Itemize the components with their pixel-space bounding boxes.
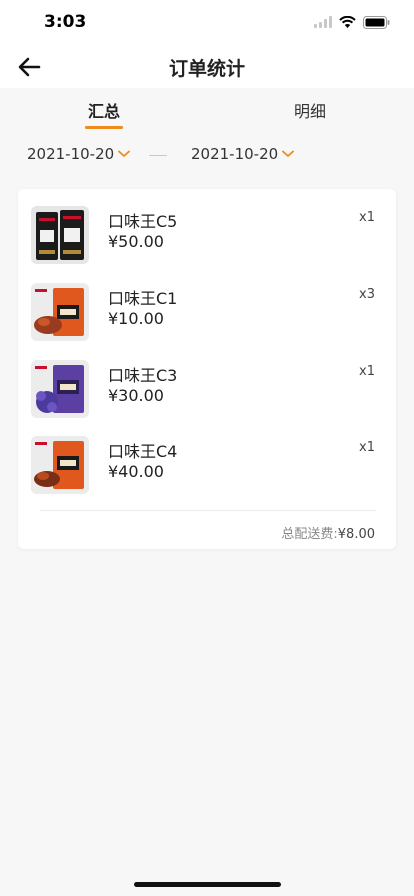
tab-bar: 汇总 明细: [0, 88, 414, 134]
status-time: 3:03: [44, 12, 87, 32]
start-date-picker[interactable]: 2021-10-20: [27, 145, 131, 163]
product-quantity: x1: [359, 210, 375, 225]
status-icons: [314, 14, 390, 30]
product-image: [31, 206, 89, 264]
delivery-fee-label: 总配送费:: [281, 527, 338, 542]
product-quantity: x1: [359, 440, 375, 455]
tab-detail[interactable]: 明细: [270, 98, 350, 122]
start-date-text: 2021-10-20: [27, 145, 115, 163]
product-name: 口味王C4: [108, 442, 178, 461]
home-indicator: [134, 882, 281, 887]
status-bar: 3:03: [0, 0, 414, 46]
divider: [40, 510, 376, 511]
list-item[interactable]: 口味王C5 ¥50.00 x1: [18, 206, 396, 268]
product-image: [31, 360, 89, 418]
list-item[interactable]: 口味王C3 ¥30.00 x1: [18, 360, 396, 422]
battery-icon: [363, 15, 390, 29]
chevron-down-icon: [282, 150, 295, 157]
product-price: ¥10.00: [108, 309, 164, 328]
date-separator: [149, 155, 167, 156]
product-image: [31, 436, 89, 494]
active-tab-indicator: [85, 126, 123, 129]
product-name: 口味王C5: [108, 212, 178, 231]
list-item[interactable]: 口味王C1 ¥10.00 x3: [18, 283, 396, 345]
product-quantity: x1: [359, 364, 375, 379]
date-range: 2021-10-20 2021-10-20: [0, 140, 414, 172]
order-summary-card: 口味王C5 ¥50.00 x1 口味王C1 ¥10.00 x3 口味王C3 ¥3…: [18, 189, 396, 549]
chevron-down-icon: [118, 150, 131, 157]
list-item[interactable]: 口味王C4 ¥40.00 x1: [18, 436, 396, 498]
end-date-picker[interactable]: 2021-10-20: [191, 145, 295, 163]
product-price: ¥40.00: [108, 462, 164, 481]
tab-summary[interactable]: 汇总: [64, 98, 144, 122]
product-image: [31, 283, 89, 341]
product-price: ¥30.00: [108, 386, 164, 405]
signal-icon: [314, 16, 332, 28]
delivery-fee-summary: 总配送费:¥8.00: [281, 523, 375, 542]
product-name: 口味王C3: [108, 366, 178, 385]
delivery-fee-value: ¥8.00: [337, 527, 375, 542]
page-title: 订单统计: [168, 58, 245, 80]
wifi-icon: [339, 16, 356, 28]
nav-bar: 订单统计: [0, 46, 414, 88]
product-price: ¥50.00: [108, 232, 164, 251]
end-date-text: 2021-10-20: [191, 145, 279, 163]
product-quantity: x3: [359, 287, 375, 302]
product-name: 口味王C1: [108, 289, 178, 308]
